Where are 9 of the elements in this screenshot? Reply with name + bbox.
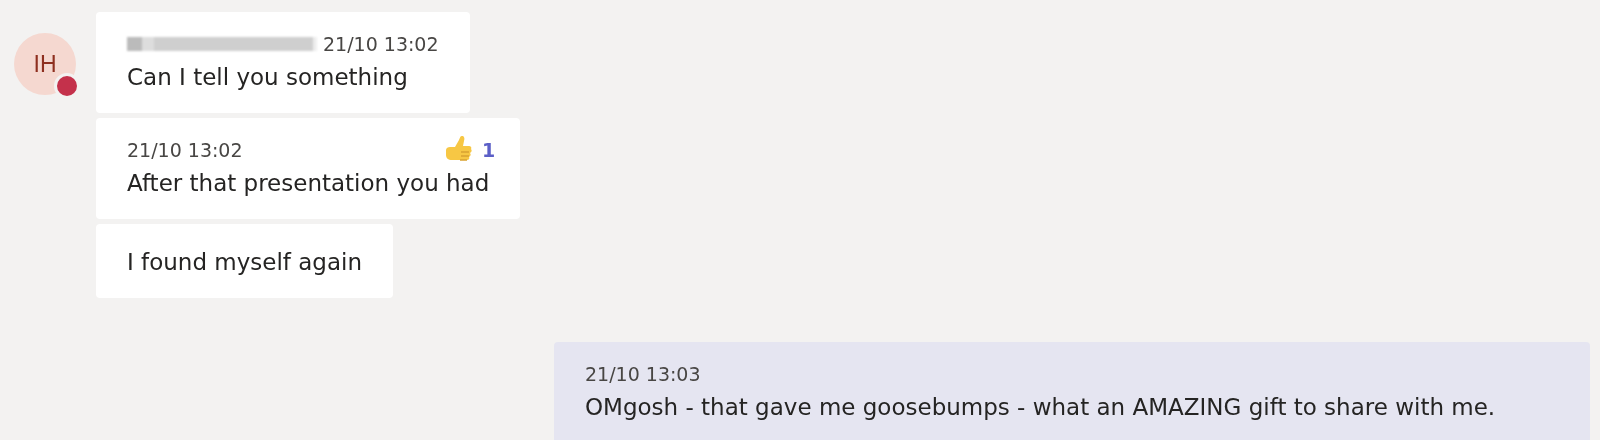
timestamp: 21/10 13:02 [127, 139, 243, 161]
timestamp: 21/10 13:02 [323, 33, 439, 55]
message-text: After that presentation you had [127, 169, 490, 198]
message-text: I found myself again [127, 248, 363, 277]
reaction-count: 1 [482, 139, 496, 161]
message-text: Can I tell you something [127, 63, 409, 92]
message-text: OMgosh - that gave me goosebumps - what an AMAZING gift to share with me. [585, 393, 1497, 422]
avatar: IH [14, 33, 76, 95]
timestamp: 21/10 13:03 [585, 363, 701, 385]
